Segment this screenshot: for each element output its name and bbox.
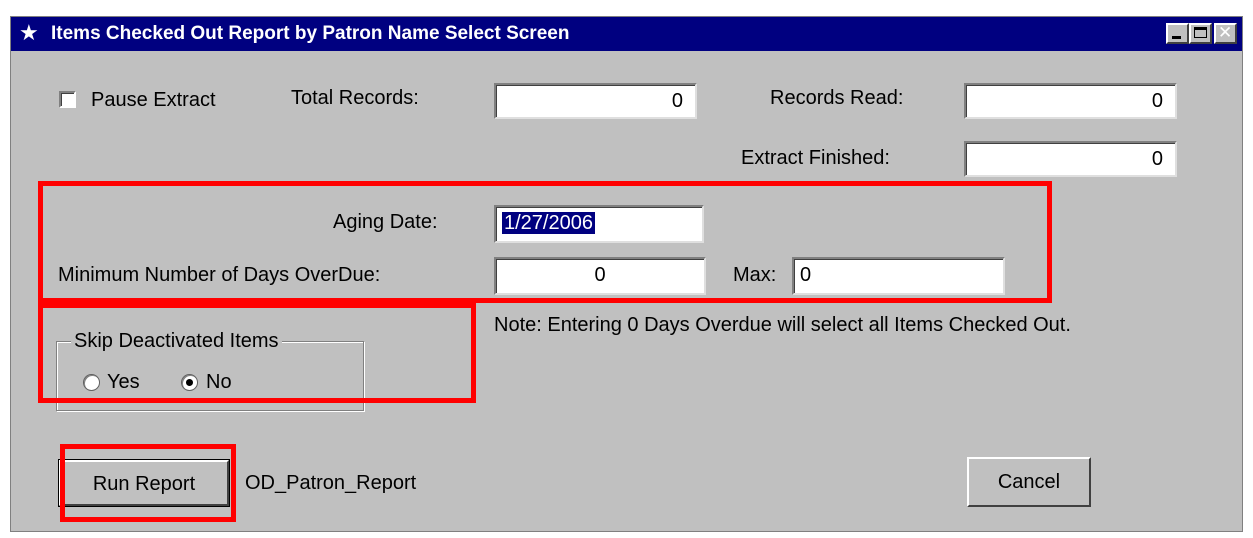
skip-yes-label: Yes bbox=[107, 371, 140, 393]
minimize-icon bbox=[1172, 36, 1181, 39]
aging-date-field[interactable]: 1/27/2006 bbox=[494, 205, 704, 243]
pause-extract-checkbox[interactable] bbox=[59, 91, 76, 108]
records-read-field[interactable]: 0 bbox=[964, 83, 1177, 119]
run-report-button[interactable]: Run Report bbox=[58, 459, 230, 507]
skip-yes-radio[interactable] bbox=[83, 374, 100, 391]
skip-deactivated-legend: Skip Deactivated Items bbox=[71, 329, 282, 353]
maximize-button[interactable] bbox=[1189, 23, 1212, 44]
extract-finished-label: Extract Finished: bbox=[741, 147, 890, 169]
total-records-field[interactable]: 0 bbox=[494, 83, 697, 119]
skip-no-radio[interactable] bbox=[181, 374, 198, 391]
close-button[interactable]: ✕ bbox=[1214, 23, 1237, 44]
title-bar[interactable]: ★ Items Checked Out Report by Patron Nam… bbox=[11, 17, 1242, 51]
report-select-window: ★ Items Checked Out Report by Patron Nam… bbox=[10, 16, 1243, 532]
maximize-icon bbox=[1194, 27, 1207, 38]
max-days-field[interactable]: 0 bbox=[792, 257, 1005, 295]
app-icon: ★ bbox=[19, 20, 39, 45]
pause-extract-label: Pause Extract bbox=[91, 89, 216, 111]
aging-date-value: 1/27/2006 bbox=[502, 212, 595, 234]
records-read-label: Records Read: bbox=[770, 87, 904, 109]
min-days-overdue-label: Minimum Number of Days OverDue: bbox=[58, 264, 381, 286]
cancel-button[interactable]: Cancel bbox=[967, 457, 1091, 507]
overdue-note: Note: Entering 0 Days Overdue will selec… bbox=[494, 314, 1071, 336]
minimize-button[interactable] bbox=[1166, 23, 1189, 44]
skip-no-label: No bbox=[206, 371, 232, 393]
extract-finished-field[interactable]: 0 bbox=[964, 141, 1177, 177]
min-days-overdue-field[interactable]: 0 bbox=[494, 257, 706, 295]
aging-date-label: Aging Date: bbox=[333, 211, 438, 233]
max-days-label: Max: bbox=[733, 264, 777, 286]
close-icon: ✕ bbox=[1218, 23, 1233, 42]
window-title: Items Checked Out Report by Patron Name … bbox=[51, 23, 570, 44]
report-name-label: OD_Patron_Report bbox=[245, 472, 417, 494]
total-records-label: Total Records: bbox=[291, 87, 419, 109]
